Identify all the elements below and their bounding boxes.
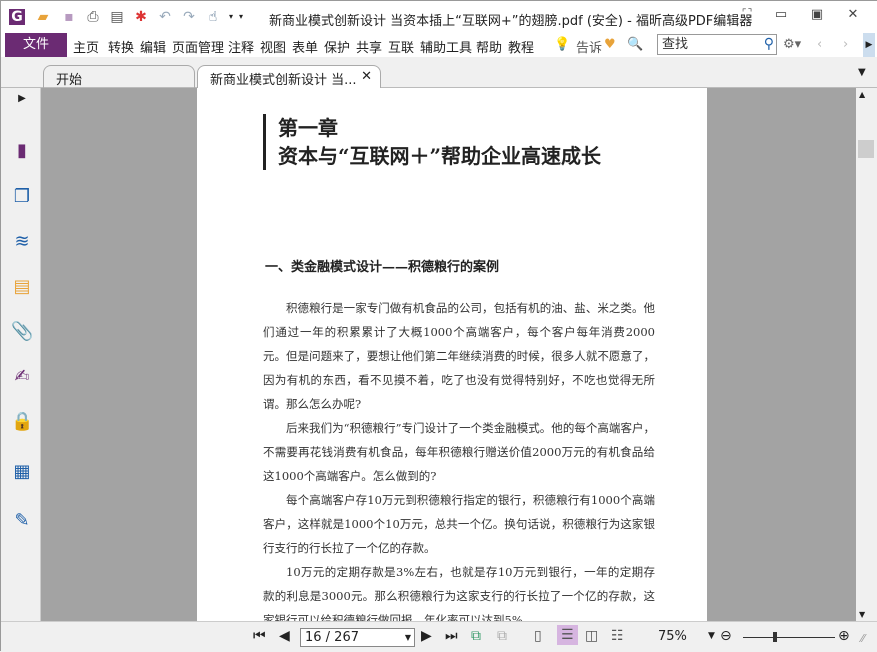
paragraph: 积德粮行是一家专门做有机食品的公司，包括有机的油、盐、米之类。他们通过一年的积累…	[263, 301, 655, 411]
paragraph: 后来我们为“积德粮行”专门设计了一个类金融模式。他的每个高端客户，不需要再花钱消…	[263, 421, 655, 483]
body-text: 积德粮行是一家专门做有机食品的公司，包括有机的油、盐、米之类。他们通过一年的积累…	[263, 296, 655, 621]
chapter-number: 第一章	[278, 116, 338, 140]
menu-bar: 文件 主页 转换 编辑 页面管理 注释 视图 表单 保护 共享 互联 辅助工具 …	[1, 33, 877, 57]
menu-home[interactable]: 主页	[73, 37, 99, 56]
chapter-title: 第一章 资本与“互联网＋”帮助企业高速成长	[263, 114, 601, 170]
pdf-page: 第一章 资本与“互联网＋”帮助企业高速成长 一、类金融模式设计——积德粮行的案例…	[197, 88, 707, 621]
redo-icon[interactable]: ↷	[181, 9, 197, 25]
page-number-input[interactable]: 16 / 267 ▼	[300, 628, 415, 647]
tab-list-dropdown-icon[interactable]: ▼	[858, 67, 866, 78]
zoom-dropdown-icon[interactable]: ▼	[708, 631, 715, 641]
save-icon[interactable]: ▪	[61, 9, 77, 25]
tab-document-label: 新商业模式创新设计 当...	[210, 73, 357, 88]
menu-connect[interactable]: 互联	[388, 37, 414, 56]
settings-icon[interactable]: ⚙▾	[783, 37, 801, 52]
search-placeholder: 查找	[662, 37, 689, 52]
prev-page-button[interactable]: ◀	[279, 628, 290, 644]
search-input[interactable]: 查找 ⚲	[657, 34, 777, 55]
zoom-out-icon[interactable]: ⊖	[720, 628, 732, 644]
new-icon[interactable]: ✱	[133, 9, 149, 25]
tab-document[interactable]: 新商业模式创新设计 当... ✕	[197, 65, 381, 90]
app-logo-icon: G	[9, 9, 25, 25]
sidebar: ▶ ▮ ❐ ≋ ▤ 📎 ✍ 🔒 ▦ ✎	[1, 88, 41, 621]
facing-page-icon[interactable]: ◫	[585, 628, 598, 644]
zoom-slider[interactable]	[743, 637, 835, 638]
search-icon[interactable]: ⚲	[764, 35, 774, 54]
window-title: 新商业模式创新设计 当资本插上“互联网+”的翅膀.pdf (安全) - 福昕高级…	[269, 14, 753, 29]
menu-accessibility[interactable]: 辅助工具	[420, 37, 472, 56]
security-icon[interactable]: 🔒	[11, 411, 33, 433]
tab-bar: 开始 新商业模式创新设计 当... ✕ ▼	[1, 57, 877, 90]
menu-comment[interactable]: 注释	[228, 37, 254, 56]
signature-icon[interactable]: ✍	[11, 366, 33, 388]
scroll-up-icon[interactable]: ▲	[859, 90, 865, 99]
hand-tool-icon[interactable]: ☝	[205, 9, 221, 25]
prev-icon[interactable]: ‹	[817, 37, 822, 52]
vertical-scrollbar[interactable]: ▲ ▼	[856, 88, 877, 621]
attachments-icon[interactable]: 📎	[11, 321, 33, 343]
menu-convert[interactable]: 转换	[108, 37, 134, 56]
menu-form[interactable]: 表单	[292, 37, 318, 56]
menu-help[interactable]: 帮助	[476, 37, 502, 56]
next-page-button[interactable]: ▶	[421, 628, 432, 644]
menu-tutorial[interactable]: 教程	[508, 37, 534, 56]
customize-icon[interactable]: ▾	[233, 9, 249, 25]
heart-icon[interactable]: ♥	[604, 37, 616, 52]
title-bar: G ▰ ▪ ⎙ ▤ ✱ ↶ ↷ ☝ ▾ ▾ 新商业模式创新设计 当资本插上“互联…	[1, 1, 877, 33]
certify-icon[interactable]: ✎	[11, 510, 33, 532]
paragraph: 10万元的定期存款是3%左右，也就是存10万元到银行，一年的定期存款的利息是30…	[263, 565, 655, 621]
ribbon-expand-button[interactable]: ▶	[863, 33, 875, 57]
minimize-button[interactable]: ▭	[771, 7, 791, 25]
form-fields-icon[interactable]: ▦	[11, 461, 33, 483]
zoom-in-icon[interactable]: ⊕	[838, 628, 850, 644]
pages-icon[interactable]: ❐	[11, 186, 33, 208]
print-icon[interactable]: ⎙	[85, 9, 101, 25]
expand-sidebar-icon[interactable]: ▶	[11, 88, 33, 110]
next-view-icon[interactable]: ⧉	[497, 628, 507, 644]
menu-page-manage[interactable]: 页面管理	[172, 37, 224, 56]
scroll-down-icon[interactable]: ▼	[859, 610, 865, 619]
fullscreen-button[interactable]: ⛶	[737, 7, 757, 25]
file-menu[interactable]: 文件	[5, 33, 67, 57]
page-dropdown-icon[interactable]: ▼	[405, 629, 411, 646]
first-page-button[interactable]: ⏮	[253, 628, 266, 644]
tab-start[interactable]: 开始	[43, 65, 195, 89]
comments-icon[interactable]: ▤	[11, 276, 33, 298]
section-heading: 一、类金融模式设计——积德粮行的案例	[265, 260, 500, 275]
menu-edit[interactable]: 编辑	[140, 37, 166, 56]
zoom-slider-thumb[interactable]	[773, 632, 777, 642]
scroll-thumb[interactable]	[858, 140, 874, 158]
document-viewer[interactable]: 第一章 资本与“互联网＋”帮助企业高速成长 一、类金融模式设计——积德粮行的案例…	[41, 88, 856, 621]
bookmark-icon[interactable]: ▮	[11, 140, 33, 162]
layers-icon[interactable]: ≋	[11, 231, 33, 253]
properties-icon[interactable]: ▤	[109, 9, 125, 25]
zoom-level[interactable]: 75%	[658, 629, 687, 644]
lightbulb-icon: 💡	[554, 37, 571, 52]
chapter-heading: 资本与“互联网＋”帮助企业高速成长	[278, 144, 602, 168]
last-page-button[interactable]: ⏭	[445, 628, 458, 644]
menu-view[interactable]: 视图	[260, 37, 286, 56]
close-tab-icon[interactable]: ✕	[361, 69, 372, 84]
continuous-facing-icon[interactable]: ☷	[611, 628, 624, 644]
status-bar: ⏮ ◀ 16 / 267 ▼ ▶ ⏭ ⧉ ⧉ ▯ ☰ ◫ ☷ 75% ▼ ⊖ ⊕ …	[1, 621, 877, 652]
tell-me[interactable]: 告诉	[576, 37, 602, 56]
menu-protect[interactable]: 保护	[324, 37, 350, 56]
previous-view-icon[interactable]: ⧉	[471, 628, 481, 644]
next-icon[interactable]: ›	[843, 37, 848, 52]
find-folder-icon[interactable]: 🔍	[627, 37, 643, 52]
undo-icon[interactable]: ↶	[157, 9, 173, 25]
open-icon[interactable]: ▰	[35, 9, 51, 25]
menu-share[interactable]: 共享	[356, 37, 382, 56]
resize-grip-icon[interactable]: ⁄⁄	[861, 632, 865, 645]
close-button[interactable]: ✕	[843, 7, 863, 25]
single-page-icon[interactable]: ▯	[534, 628, 542, 644]
paragraph: 每个高端客户存10万元到积德粮行指定的银行，积德粮行有1000个高端客户，这样就…	[263, 493, 655, 555]
maximize-button[interactable]: ▣	[807, 7, 827, 25]
continuous-page-icon[interactable]: ☰	[557, 625, 578, 645]
page-number: 16 / 267	[305, 630, 359, 645]
